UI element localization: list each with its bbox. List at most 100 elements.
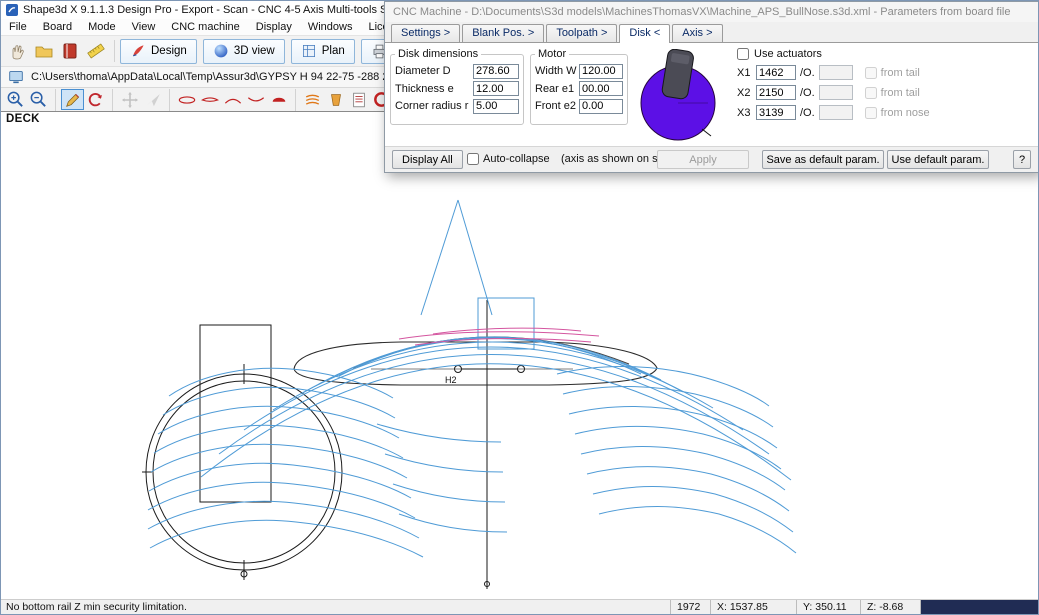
- x2-field[interactable]: [756, 85, 796, 100]
- move-icon: [118, 89, 141, 110]
- thickness-field[interactable]: [473, 81, 519, 96]
- design-canvas[interactable]: H2: [1, 111, 1038, 599]
- front-e2-field[interactable]: [579, 99, 623, 114]
- use-default-button[interactable]: Use default param.: [887, 150, 989, 169]
- menu-mode[interactable]: Mode: [80, 20, 124, 34]
- view-3d-button-label: 3D view: [234, 45, 275, 57]
- x3-offset-field: [819, 105, 853, 120]
- x1-from-tail-box: [865, 67, 877, 79]
- x2-from-tail-label: from tail: [881, 87, 920, 99]
- menu-display[interactable]: Display: [248, 20, 300, 34]
- menu-board[interactable]: Board: [35, 20, 80, 34]
- x2-separator: /O.: [800, 87, 815, 99]
- x2-offset-field: [819, 85, 853, 100]
- tab-toolpath[interactable]: Toolpath >: [546, 24, 617, 42]
- rotate-icon[interactable]: [84, 89, 107, 110]
- design-button[interactable]: Design: [120, 39, 197, 64]
- tab-blank-pos[interactable]: Blank Pos. >: [462, 24, 544, 42]
- x1-offset-field: [819, 65, 853, 80]
- dialog-tabs: Settings > Blank Pos. > Toolpath > Disk …: [385, 22, 1039, 43]
- design-button-label: Design: [151, 45, 187, 57]
- x1-from-tail-label: from tail: [881, 67, 920, 79]
- thickness-label: Thickness e: [395, 83, 454, 95]
- status-message: No bottom rail Z min security limitation…: [1, 600, 670, 614]
- ruler-icon[interactable]: [83, 38, 109, 64]
- x3-label: X3: [737, 107, 752, 119]
- display-all-button[interactable]: Display All: [392, 150, 463, 169]
- x2-from-tail-box: [865, 87, 877, 99]
- actuator-row-x3: X3 /O. from nose: [737, 105, 930, 120]
- disk-dimensions-legend: Disk dimensions: [395, 48, 481, 60]
- x3-field[interactable]: [756, 105, 796, 120]
- hand-icon[interactable]: [5, 38, 31, 64]
- x3-from-nose-box: [865, 107, 877, 119]
- disk-dimensions-group: Disk dimensions Diameter D Thickness e C…: [390, 48, 524, 125]
- status-bar: No bottom rail Z min security limitation…: [1, 599, 1038, 614]
- profile-view-icon[interactable]: [198, 89, 221, 110]
- slices-icon[interactable]: [301, 89, 324, 110]
- pen-icon: [130, 43, 146, 59]
- notebook-icon[interactable]: [57, 38, 83, 64]
- rear-e1-label: Rear e1: [535, 83, 574, 95]
- x3-from-nose-label: from nose: [881, 107, 930, 119]
- status-filler: [920, 600, 1038, 614]
- halfmoon-icon[interactable]: [267, 89, 290, 110]
- actuator-row-x1: X1 /O. from tail: [737, 65, 930, 80]
- rocker-view-icon[interactable]: [221, 89, 244, 110]
- plane-icon: [141, 89, 164, 110]
- view-3d-button[interactable]: 3D view: [203, 39, 285, 64]
- x1-from-tail-checkbox: from tail: [865, 67, 920, 79]
- menu-view[interactable]: View: [124, 20, 164, 34]
- arc-view-icon[interactable]: [244, 89, 267, 110]
- menu-windows[interactable]: Windows: [300, 20, 361, 34]
- use-actuators-checkbox[interactable]: Use actuators: [737, 48, 930, 60]
- auto-collapse-box[interactable]: [467, 153, 479, 165]
- application-window: Shape3d X 9.1.1.3 Design Pro - Export - …: [0, 0, 1039, 615]
- actuators-section: Use actuators X1 /O. from tail X2 /O.: [737, 48, 930, 120]
- auto-collapse-checkbox[interactable]: Auto-collapse: [467, 153, 550, 165]
- outline-view-icon[interactable]: [175, 89, 198, 110]
- use-actuators-box[interactable]: [737, 48, 749, 60]
- toolbar-separator: [295, 89, 296, 111]
- use-actuators-label: Use actuators: [754, 48, 822, 60]
- plan-button-label: Plan: [322, 45, 345, 57]
- width-field[interactable]: [579, 64, 623, 79]
- diameter-field[interactable]: [473, 64, 519, 79]
- help-button[interactable]: ?: [1013, 150, 1031, 169]
- tab-settings[interactable]: Settings >: [391, 24, 460, 42]
- computer-icon: [7, 68, 25, 86]
- plan-button[interactable]: Plan: [291, 39, 355, 64]
- status-y-coordinate: Y: 350.11: [796, 600, 860, 614]
- pencil-icon[interactable]: [61, 89, 84, 110]
- cup-icon[interactable]: [324, 89, 347, 110]
- save-default-button[interactable]: Save as default param.: [762, 150, 884, 169]
- folder-icon[interactable]: [31, 38, 57, 64]
- dialog-body: Disk dimensions Diameter D Thickness e C…: [385, 42, 1039, 146]
- dialog-titlebar: CNC Machine - D:\Documents\S3d models\Ma…: [385, 2, 1039, 22]
- menu-file[interactable]: File: [1, 20, 35, 34]
- corner-radius-label: Corner radius r: [395, 100, 468, 112]
- x2-from-tail-checkbox: from tail: [865, 87, 920, 99]
- x1-field[interactable]: [756, 65, 796, 80]
- board-drawing: H2: [1, 112, 1038, 599]
- status-x-coordinate: X: 1537.85: [710, 600, 796, 614]
- x3-separator: /O.: [800, 107, 815, 119]
- actuator-row-x2: X2 /O. from tail: [737, 85, 930, 100]
- toolbar-separator: [169, 89, 170, 111]
- rear-e1-field[interactable]: [579, 81, 623, 96]
- zoom-out-icon[interactable]: [27, 89, 50, 110]
- menu-cnc-machine[interactable]: CNC machine: [163, 20, 247, 34]
- tab-axis[interactable]: Axis >: [672, 24, 722, 42]
- x2-label: X2: [737, 87, 752, 99]
- cnc-machine-dialog: CNC Machine - D:\Documents\S3d models\Ma…: [384, 1, 1039, 173]
- zoom-in-icon[interactable]: [4, 89, 27, 110]
- tab-disk[interactable]: Disk <: [619, 24, 670, 43]
- diameter-label: Diameter D: [395, 65, 451, 77]
- corner-radius-field[interactable]: [473, 99, 519, 114]
- sphere-icon: [213, 43, 229, 59]
- spec-sheet-icon[interactable]: [347, 89, 370, 110]
- status-count: 1972: [670, 600, 710, 614]
- toolbar-separator: [114, 40, 115, 62]
- x1-label: X1: [737, 67, 752, 79]
- view-label: DECK: [6, 113, 40, 125]
